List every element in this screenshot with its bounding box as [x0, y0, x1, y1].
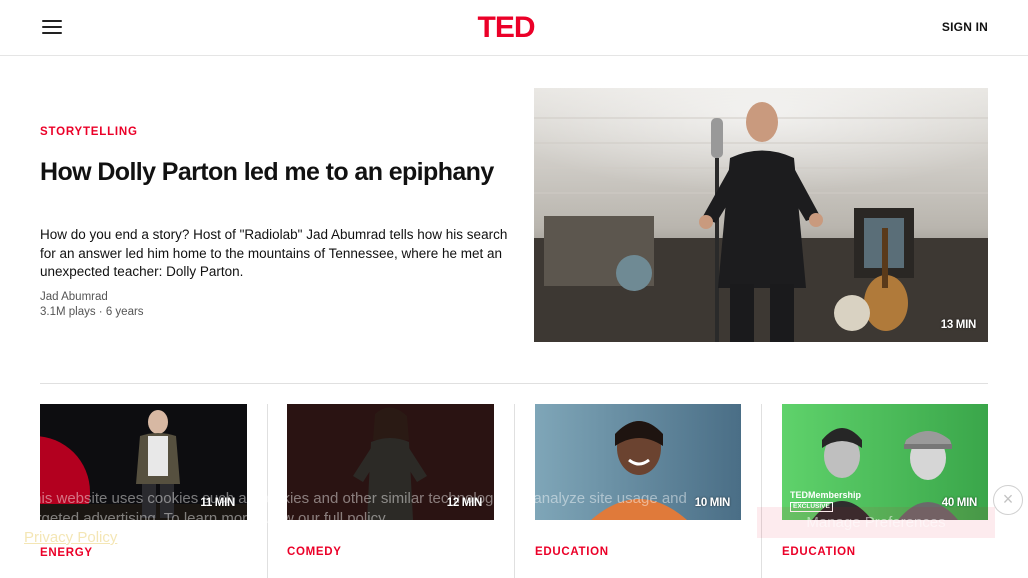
featured-title[interactable]: How Dolly Parton led me to an epiphany — [40, 157, 510, 187]
featured-thumbnail-image — [534, 88, 988, 342]
talk-card-2-category[interactable]: COMEDY — [287, 546, 342, 558]
featured-duration: 13 MIN — [940, 319, 977, 331]
card-separator — [761, 404, 762, 578]
talk-card-1-category[interactable]: ENERGY — [40, 547, 93, 559]
site-header: TED SIGN IN — [0, 0, 1028, 56]
featured-thumbnail[interactable]: 13 MIN — [534, 88, 988, 342]
cookie-banner-text: This website uses cookies such as cookie… — [24, 490, 687, 527]
section-divider — [40, 383, 988, 384]
talk-card-4-thumbnail[interactable]: TEDMembership EXCLUSIVE 40 MIN — [782, 404, 989, 520]
close-icon[interactable]: × — [993, 485, 1023, 515]
manage-preferences-button[interactable]: Manage Preferences — [757, 507, 995, 538]
sign-in-link[interactable]: SIGN IN — [942, 20, 988, 34]
featured-meta: 3.1M plays · 6 years — [40, 306, 144, 318]
privacy-policy-link[interactable]: Privacy Policy — [24, 529, 117, 546]
talk-card-4-category[interactable]: EDUCATION — [782, 546, 856, 558]
featured-description: How do you end a story? Host of "Radiola… — [40, 227, 508, 279]
ted-logo[interactable]: TED — [471, 13, 541, 43]
hamburger-menu-icon[interactable] — [40, 18, 64, 38]
featured-speaker: Jad Abumrad — [40, 291, 108, 303]
talk-card-4[interactable]: TEDMembership EXCLUSIVE 40 MIN EDUCATION — [782, 404, 989, 578]
membership-badge: TEDMembership — [790, 490, 862, 500]
featured-category[interactable]: STORYTELLING — [40, 126, 138, 138]
talk-card-3-category[interactable]: EDUCATION — [535, 546, 609, 558]
